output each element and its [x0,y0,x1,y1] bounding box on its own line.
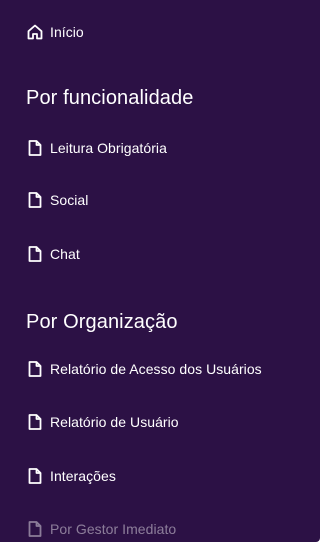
sidebar-item-interacoes[interactable]: Interações [26,465,116,487]
home-icon [26,23,44,41]
sidebar-item-chat[interactable]: Chat [26,243,80,265]
sidebar-item-label: Início [50,24,84,40]
sidebar-item-label: Chat [50,246,80,262]
sidebar-item-label: Por Gestor Imediato [50,521,177,537]
sidebar-item-label: Relatório de Usuário [50,414,179,430]
sidebar-item-inicio[interactable]: Início [26,21,84,43]
sidebar-item-social[interactable]: Social [26,189,88,211]
sidebar-item-label: Leitura Obrigatória [50,140,167,156]
section-title-funcionalidade: Por funcionalidade [26,87,194,109]
sidebar-item-relatorio-acesso-usuarios[interactable]: Relatório de Acesso dos Usuários [26,358,262,380]
document-icon [26,191,44,209]
sidebar-item-label: Interações [50,468,116,484]
sidebar-item-relatorio-usuario[interactable]: Relatório de Usuário [26,411,179,433]
sidebar: Início Por funcionalidade Leitura Obriga… [0,0,320,542]
sidebar-item-leitura-obrigatoria[interactable]: Leitura Obrigatória [26,137,167,159]
sidebar-item-label: Relatório de Acesso dos Usuários [50,361,262,377]
document-icon [26,467,44,485]
sidebar-item-por-gestor-imediato[interactable]: Por Gestor Imediato [26,518,176,540]
sidebar-item-label: Social [50,192,89,208]
document-icon [26,360,44,378]
document-icon [26,139,44,157]
section-title-organizacao: Por Organização [26,311,178,333]
document-icon [26,520,44,538]
document-icon [26,245,44,263]
document-icon [26,413,44,431]
